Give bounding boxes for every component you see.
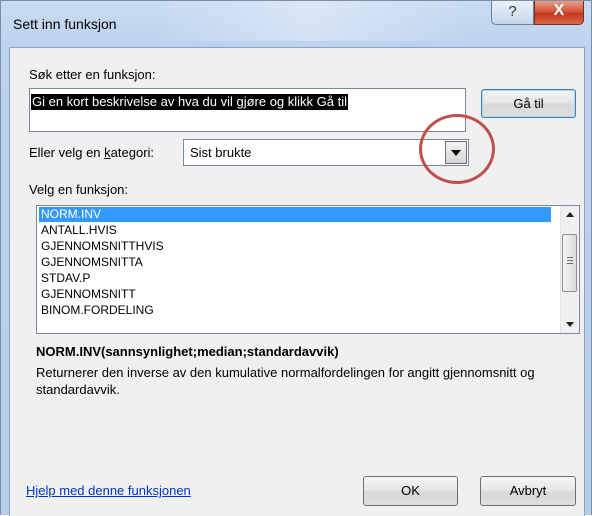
dialog-title: Sett inn funksjon	[13, 16, 117, 32]
goto-button[interactable]: Gå til	[481, 89, 576, 118]
title-bar-glass	[151, 1, 471, 41]
list-item[interactable]: GJENNOMSNITTHVIS	[39, 239, 551, 254]
category-label-prefix: Eller velg en	[29, 145, 105, 160]
list-item[interactable]: STDAV.P	[39, 271, 551, 286]
list-item[interactable]: GJENNOMSNITT	[39, 287, 551, 302]
function-syntax: NORM.INV(sannsynlighet;median;standardav…	[36, 344, 339, 359]
title-bar: Sett inn funksjon ? X	[1, 1, 592, 47]
help-link[interactable]: Hjelp med denne funksjonen	[26, 483, 191, 498]
scroll-up-icon[interactable]	[561, 206, 579, 223]
category-label: Eller velg en kategori:	[29, 145, 154, 160]
function-list[interactable]: NORM.INV ANTALL.HVIS GJENNOMSNITTHVIS GJ…	[36, 205, 580, 334]
list-item[interactable]: NORM.INV	[39, 207, 551, 222]
scroll-thumb[interactable]	[562, 234, 577, 292]
category-selected-value: Sist brukte	[190, 145, 252, 160]
search-input[interactable]: Gi en kort beskrivelse av hva du vil gjø…	[29, 88, 466, 132]
close-button[interactable]: X	[534, 1, 584, 25]
scroll-down-icon[interactable]	[561, 316, 579, 333]
function-list-label: Velg en funksjon:	[29, 182, 129, 197]
help-button[interactable]: ?	[491, 1, 534, 25]
search-input-selected-text: Gi en kort beskrivelse av hva du vil gjø…	[31, 94, 349, 110]
grip-icon	[567, 257, 573, 266]
category-label-suffix: ategori:	[110, 145, 155, 160]
list-scrollbar[interactable]	[560, 206, 579, 333]
list-item[interactable]: GJENNOMSNITTA	[39, 255, 551, 270]
close-icon: X	[553, 2, 565, 19]
annotation-circle	[419, 114, 495, 184]
list-item[interactable]: BINOM.FORDELING	[39, 303, 551, 318]
ok-button[interactable]: OK	[363, 476, 458, 506]
search-label: Søk etter en funksjon:	[29, 67, 156, 82]
function-description: Returnerer den inverse av den kumulative…	[36, 365, 535, 397]
question-mark-icon: ?	[508, 3, 517, 20]
list-item[interactable]: ANTALL.HVIS	[39, 223, 551, 238]
cancel-button[interactable]: Avbryt	[480, 476, 576, 506]
